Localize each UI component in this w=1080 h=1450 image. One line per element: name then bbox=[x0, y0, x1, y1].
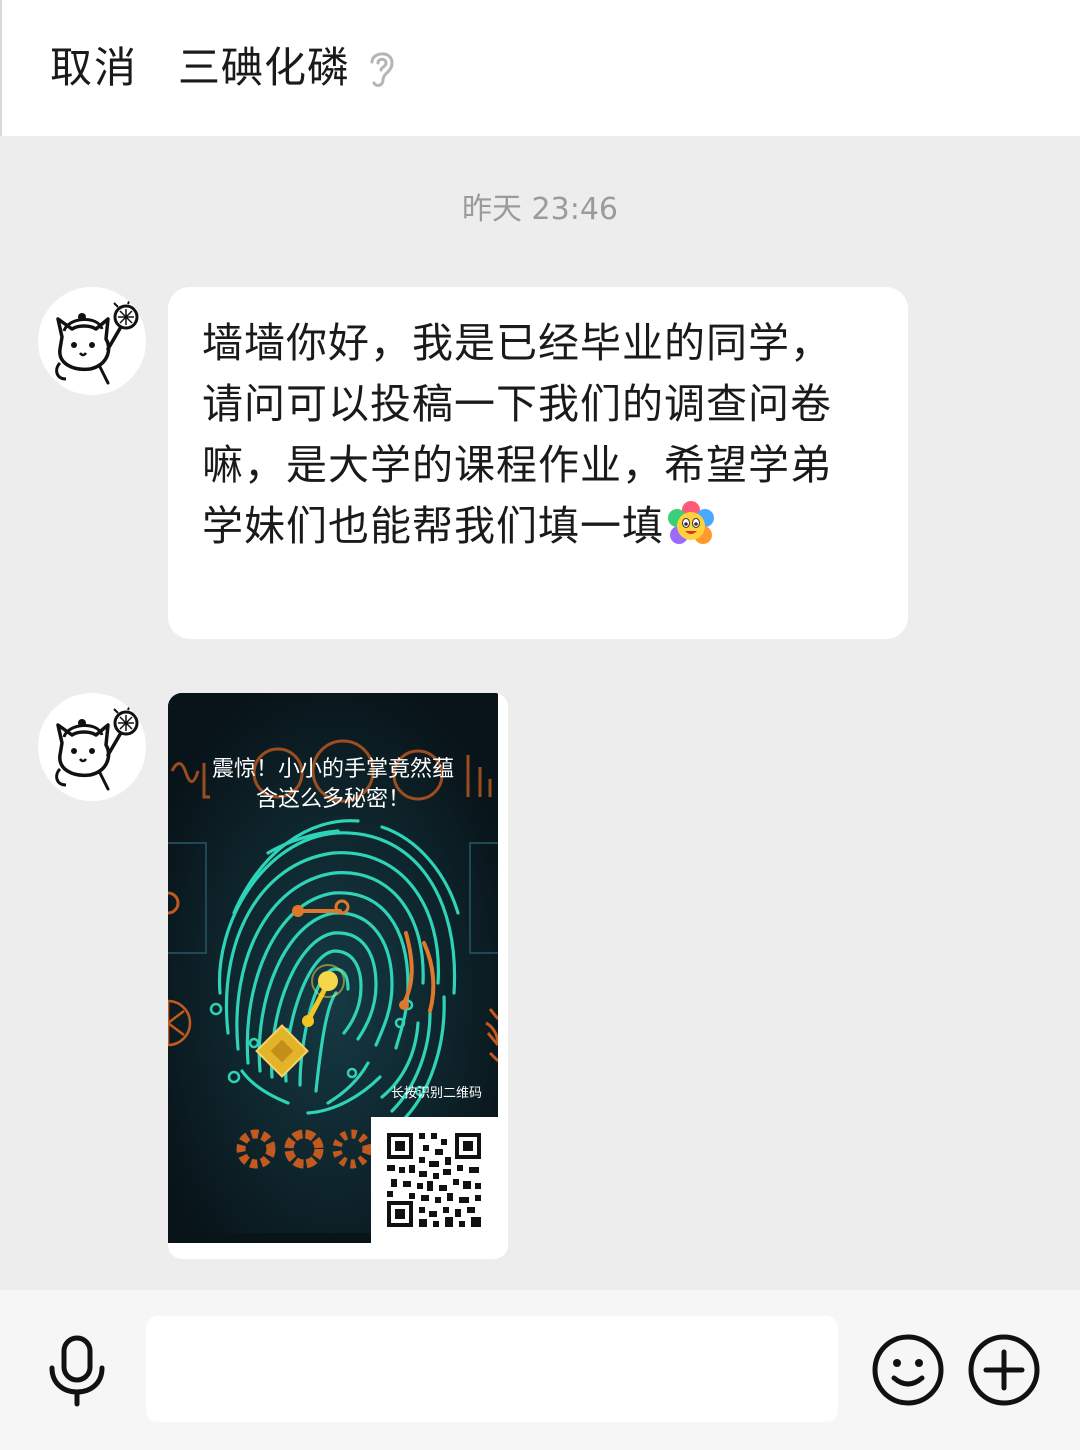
message-timestamp: 昨天 23:46 bbox=[462, 192, 618, 227]
cancel-button[interactable]: 取消 bbox=[50, 38, 138, 98]
message-bubble[interactable]: 墙墙你好，我是已经毕业的同学，请问可以投稿一下我们的调查问卷嘛，是大学的课程作业… bbox=[168, 287, 908, 639]
poster-title-line2: 含这么多秘密！ bbox=[255, 787, 410, 812]
avatar[interactable] bbox=[38, 693, 146, 801]
smiley-icon[interactable] bbox=[870, 1332, 946, 1408]
avatar[interactable] bbox=[38, 287, 146, 395]
flower-face-emoji-icon bbox=[666, 500, 716, 550]
message-text: 墙墙你好，我是已经毕业的同学，请问可以投稿一下我们的调查问卷嘛，是大学的课程作业… bbox=[202, 319, 832, 550]
chat-header: 取消 三碘化磷 bbox=[0, 0, 1080, 136]
image-message[interactable]: 震惊！小小的手掌竟然蕴 含这么多秘密！ 长按识别二维码 bbox=[168, 693, 508, 1259]
contact-name: 三碘化磷 bbox=[178, 43, 351, 92]
plus-circle-icon[interactable] bbox=[966, 1332, 1042, 1408]
ear-icon[interactable] bbox=[364, 46, 400, 90]
microphone-icon[interactable] bbox=[44, 1334, 110, 1408]
poster-image: 震惊！小小的手掌竟然蕴 含这么多秘密！ 长按识别二维码 bbox=[168, 693, 498, 1243]
poster-caption: 长按识别二维码 bbox=[390, 1086, 482, 1101]
message-input[interactable] bbox=[146, 1316, 838, 1422]
poster-title: 震惊！小小的手掌竟然蕴 含这么多秘密！ bbox=[168, 755, 498, 815]
poster-title-line1: 震惊！小小的手掌竟然蕴 bbox=[211, 757, 454, 782]
qr-code-icon bbox=[371, 1117, 498, 1243]
